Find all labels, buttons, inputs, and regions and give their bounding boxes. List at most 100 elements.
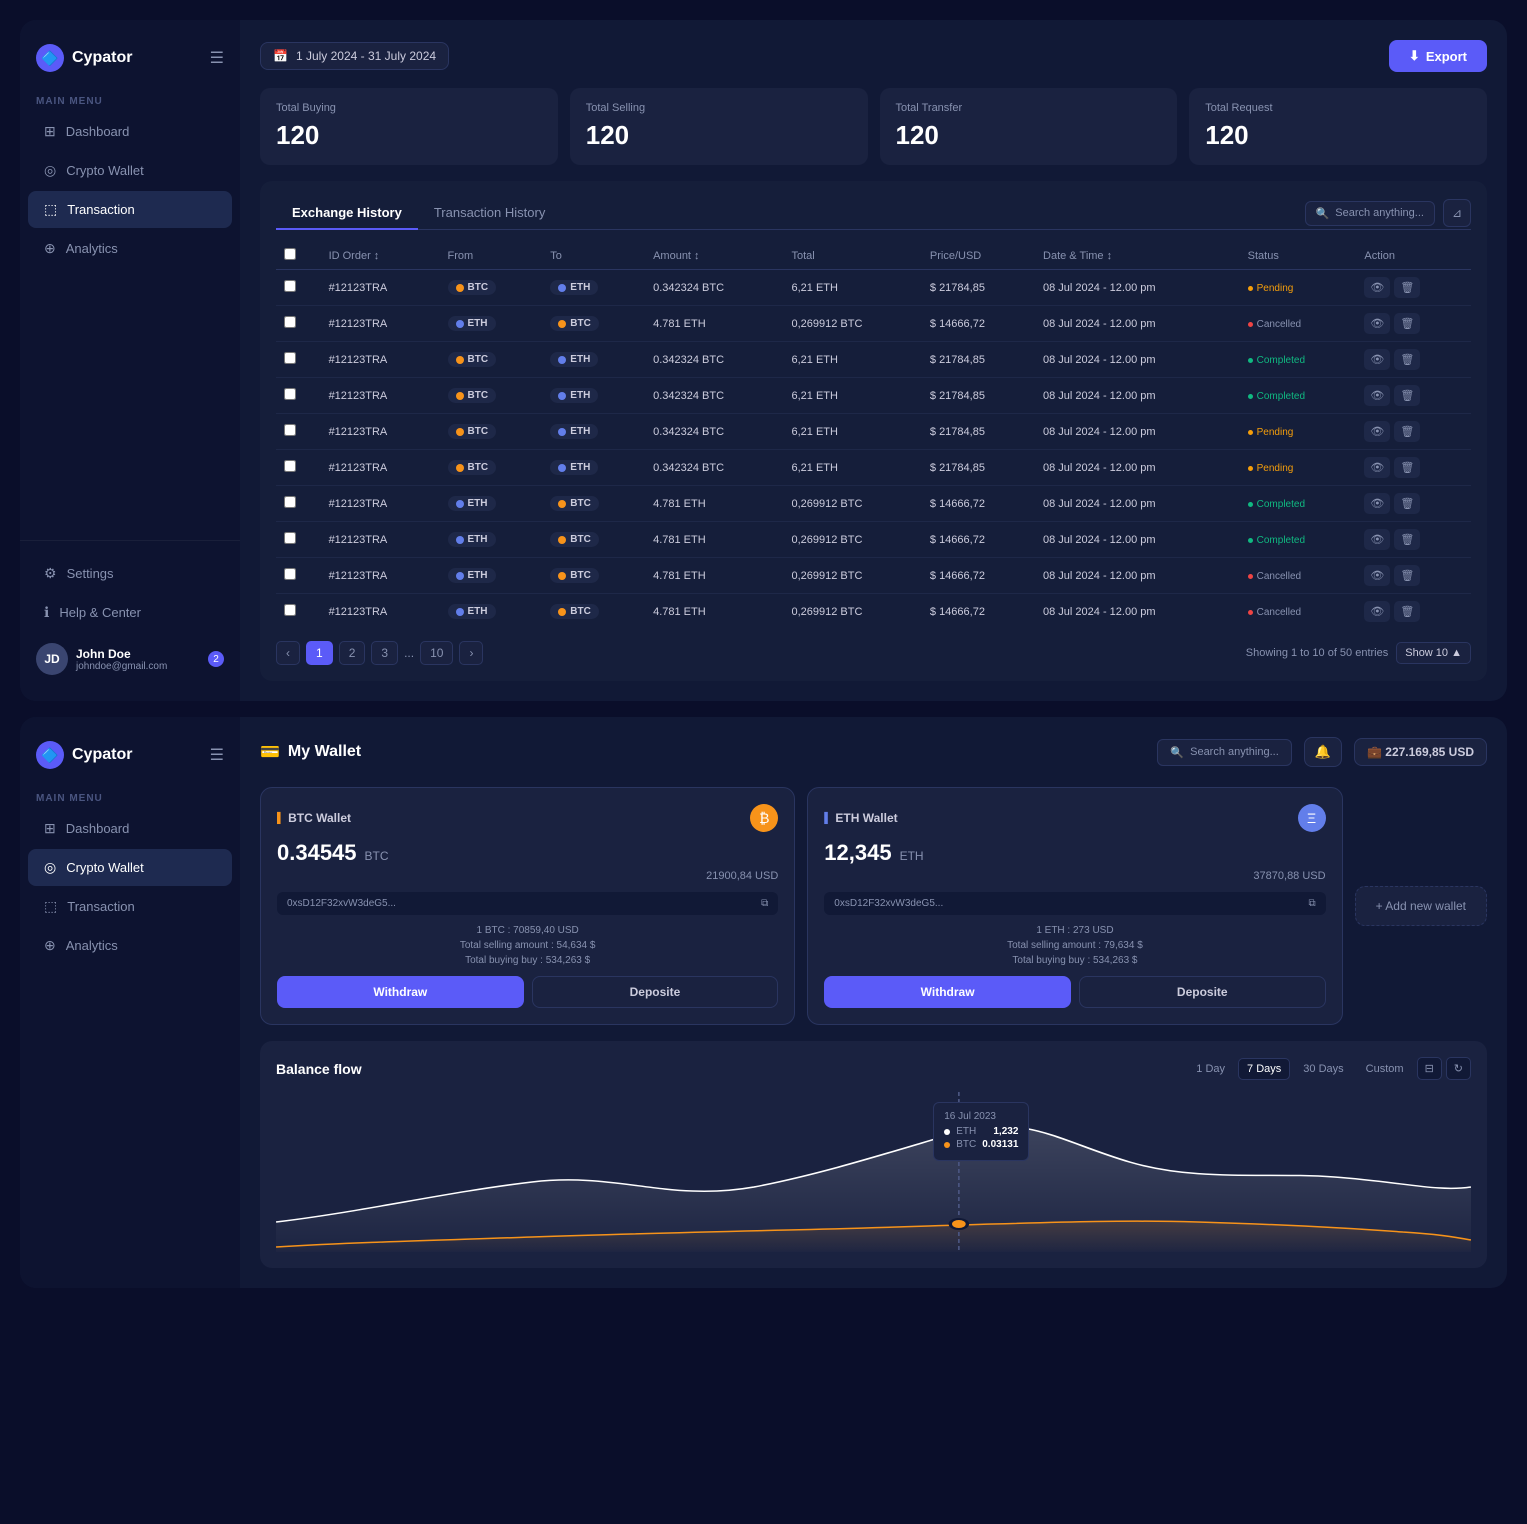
delete-button-0[interactable]: 🗑 [1394,277,1420,298]
sidebar2-item-crypto-wallet[interactable]: ◎Crypto Wallet [28,849,232,886]
copy-icon[interactable]: ⧉ [761,898,768,909]
to-badge-8: BTC [550,568,599,583]
page-1-button[interactable]: 1 [306,641,333,665]
notification-button[interactable]: 🔔 [1304,737,1342,767]
cell-total-2: 6,21 ETH [783,342,921,378]
sidebar2-item-transaction[interactable]: ⬚Transaction [28,888,232,925]
delete-button-6[interactable]: 🗑 [1394,493,1420,514]
add-wallet-button[interactable]: + Add new wallet [1355,886,1487,926]
eth-withdraw-button[interactable]: Withdraw [824,976,1071,1008]
filter-button[interactable]: ⊿ [1443,199,1471,227]
sidebar-label-dashboard: Dashboard [66,124,130,139]
sidebar2-item-dashboard[interactable]: ⊞Dashboard [28,810,232,847]
col-id[interactable]: ID Order ↕ [321,242,440,270]
row-checkbox-8[interactable] [284,568,296,580]
sidebar-item-transaction[interactable]: ⬚Transaction [28,191,232,228]
filter-7days[interactable]: 7 Days [1238,1058,1290,1080]
hamburger-icon-2[interactable]: ☰ [210,745,224,765]
delete-button-5[interactable]: 🗑 [1394,457,1420,478]
row-checkbox-9[interactable] [284,604,296,616]
action-buttons-7: 👁🗑 [1364,529,1463,550]
cell-amount-8: 4.781 ETH [645,558,783,594]
row-checkbox-3[interactable] [284,388,296,400]
tab-exchange-history[interactable]: Exchange History [276,197,418,230]
view-button-2[interactable]: 👁 [1364,349,1390,370]
filter-1day[interactable]: 1 Day [1187,1058,1234,1080]
sidebar-item-crypto-wallet[interactable]: ◎Crypto Wallet [28,152,232,189]
eth-deposit-button[interactable]: Deposite [1079,976,1326,1008]
chart-refresh-icon[interactable]: ↻ [1446,1057,1471,1080]
cell-datetime-5: 08 Jul 2024 - 12.00 pm [1035,450,1240,486]
col-amount[interactable]: Amount ↕ [645,242,783,270]
chart-settings-icon[interactable]: ⊟ [1417,1057,1442,1080]
row-checkbox-4[interactable] [284,424,296,436]
sidebar-item-dashboard[interactable]: ⊞Dashboard [28,113,232,150]
next-page-button[interactable]: › [459,641,483,665]
search-box[interactable]: 🔍 Search anything... [1305,201,1435,226]
view-button-1[interactable]: 👁 [1364,313,1390,334]
delete-button-7[interactable]: 🗑 [1394,529,1420,550]
row-checkbox-1[interactable] [284,316,296,328]
row-checkbox-6[interactable] [284,496,296,508]
action-buttons-6: 👁🗑 [1364,493,1463,514]
exchange-section: Exchange History Transaction History 🔍 S… [260,181,1487,681]
wallet-top-bar: 💳 My Wallet 🔍 Search anything... 🔔 💼 227… [260,737,1487,767]
sidebar-item-settings[interactable]: ⚙ Settings [28,555,232,592]
cell-price-2: $ 21784,85 [922,342,1035,378]
cell-total-0: 6,21 ETH [783,270,921,306]
eth-copy-icon[interactable]: ⧉ [1308,898,1315,909]
eth-tooltip-label: ETH [956,1126,976,1137]
wallet-search[interactable]: 🔍 Search anything... [1157,739,1291,766]
user-profile[interactable]: JD John Doe johndoe@gmail.com 2 [20,633,240,685]
transaction-icon: ⬚ [44,201,57,218]
cell-status-2: Completed [1240,342,1357,378]
page-10-button[interactable]: 10 [420,641,453,665]
delete-button-3[interactable]: 🗑 [1394,385,1420,406]
page-2-button[interactable]: 2 [339,641,366,665]
delete-button-8[interactable]: 🗑 [1394,565,1420,586]
btc-deposit-button[interactable]: Deposite [532,976,779,1008]
sidebar-item-help[interactable]: ℹ Help & Center [28,594,232,631]
select-all-checkbox[interactable] [284,248,296,260]
cell-price-3: $ 21784,85 [922,378,1035,414]
delete-button-4[interactable]: 🗑 [1394,421,1420,442]
view-button-8[interactable]: 👁 [1364,565,1390,586]
user-info: John Doe johndoe@gmail.com [76,647,200,672]
row-checkbox-0[interactable] [284,280,296,292]
row-checkbox-7[interactable] [284,532,296,544]
delete-button-2[interactable]: 🗑 [1394,349,1420,370]
sidebar2-item-analytics[interactable]: ⊕Analytics [28,927,232,964]
view-button-7[interactable]: 👁 [1364,529,1390,550]
date-range-picker[interactable]: 📅 1 July 2024 - 31 July 2024 [260,42,449,70]
view-button-6[interactable]: 👁 [1364,493,1390,514]
help-icon: ℹ [44,604,49,621]
view-button-5[interactable]: 👁 [1364,457,1390,478]
btc-withdraw-button[interactable]: Withdraw [277,976,524,1008]
page-3-button[interactable]: 3 [371,641,398,665]
row-checkbox-5[interactable] [284,460,296,472]
delete-button-9[interactable]: 🗑 [1394,601,1420,622]
delete-button-1[interactable]: 🗑 [1394,313,1420,334]
col-datetime[interactable]: Date & Time ↕ [1035,242,1240,270]
row-checkbox-2[interactable] [284,352,296,364]
sidebar-item-analytics[interactable]: ⊕Analytics [28,230,232,267]
hamburger-icon[interactable]: ☰ [210,48,224,68]
export-button[interactable]: ⬇ Export [1389,40,1487,72]
prev-page-button[interactable]: ‹ [276,641,300,665]
tab-transaction-history[interactable]: Transaction History [418,197,562,230]
view-button-4[interactable]: 👁 [1364,421,1390,442]
view-button-3[interactable]: 👁 [1364,385,1390,406]
cell-status-7: Completed [1240,522,1357,558]
filter-custom[interactable]: Custom [1357,1058,1413,1080]
cell-status-1: Cancelled [1240,306,1357,342]
filter-30days[interactable]: 30 Days [1294,1058,1352,1080]
view-button-0[interactable]: 👁 [1364,277,1390,298]
view-button-9[interactable]: 👁 [1364,601,1390,622]
eth-buying: Total buying buy : 534,263 $ [824,955,1325,966]
btc-unit: BTC [365,849,389,863]
col-status: Status [1240,242,1357,270]
stat-value-0: 120 [276,120,542,151]
col-price: Price/USD [922,242,1035,270]
show-count-select[interactable]: Show 10 ▲ [1396,642,1471,664]
cell-id-9: #12123TRA [321,594,440,630]
